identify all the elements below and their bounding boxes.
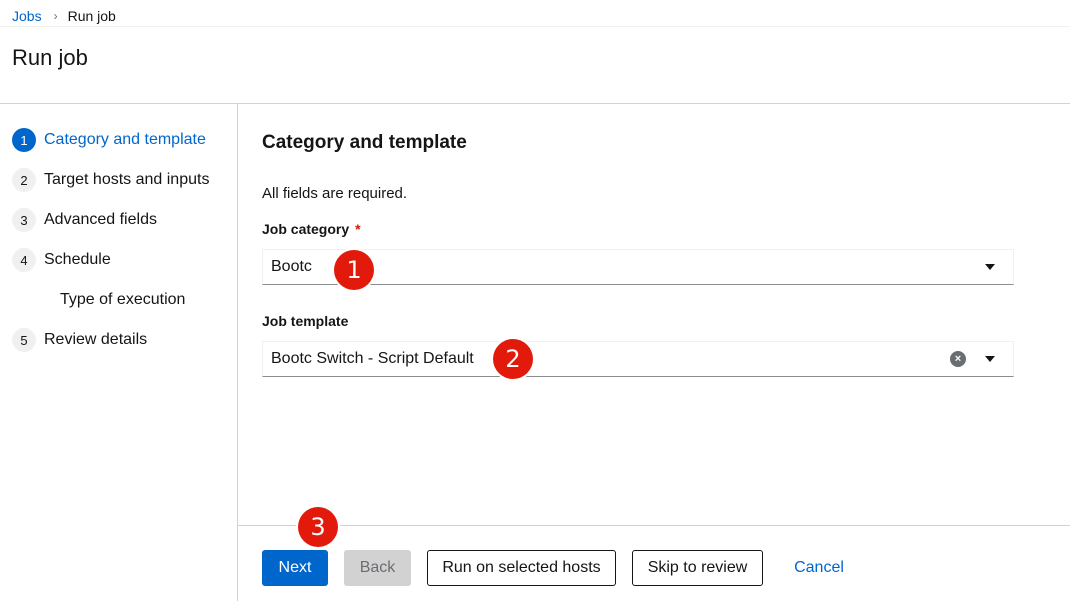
job-category-label-text: Job category [262, 221, 350, 237]
wizard-step-target-hosts[interactable]: 2 Target hosts and inputs [12, 168, 209, 192]
times-circle-icon[interactable]: × [950, 351, 966, 367]
step-label: Target hosts and inputs [44, 171, 210, 188]
job-template-label: Job template [262, 313, 348, 329]
job-category-label: Job category * [262, 221, 361, 237]
breadcrumb: Jobs › Run job [12, 8, 116, 24]
step-label: Schedule [44, 251, 111, 268]
step-label: Review details [44, 331, 148, 348]
callout-badge-2: 2 [493, 339, 533, 379]
skip-to-review-button[interactable]: Skip to review [632, 550, 763, 586]
caret-down-icon[interactable] [985, 356, 995, 362]
step-number: 2 [12, 168, 36, 192]
step-number: 1 [12, 128, 36, 152]
footer-divider [238, 525, 1070, 526]
breadcrumb-jobs-link[interactable]: Jobs [12, 8, 42, 24]
top-border [0, 26, 1070, 27]
step-label: Type of execution [60, 291, 186, 308]
next-button[interactable]: Next [262, 550, 328, 586]
job-template-value: Bootc Switch - Script Default [271, 350, 474, 367]
breadcrumb-current: Run job [67, 8, 116, 24]
step-label: Advanced fields [44, 211, 157, 228]
callout-badge-3: 3 [298, 507, 338, 547]
helper-text: All fields are required. [262, 185, 408, 202]
caret-down-icon[interactable] [985, 264, 995, 270]
back-button[interactable]: Back [344, 550, 411, 586]
required-mark: * [355, 221, 361, 237]
page-title: Run job [12, 45, 88, 70]
wizard-substep-type-of-execution[interactable]: Type of execution [60, 288, 185, 312]
step-number: 5 [12, 328, 36, 352]
step-number: 3 [12, 208, 36, 232]
chevron-right-icon: › [53, 9, 58, 23]
job-template-label-text: Job template [262, 313, 349, 329]
step-number: 4 [12, 248, 36, 272]
job-category-select[interactable]: Bootc [262, 249, 1014, 285]
run-on-selected-hosts-button[interactable]: Run on selected hosts [427, 550, 616, 586]
job-category-value: Bootc [271, 258, 312, 275]
section-title: Category and template [262, 132, 467, 153]
wizard-nav: 1 Category and template 2 Target hosts a… [0, 104, 238, 601]
cancel-button[interactable]: Cancel [783, 550, 855, 586]
callout-badge-1: 1 [334, 250, 374, 290]
job-template-select[interactable]: Bootc Switch - Script Default × [262, 341, 1014, 377]
wizard-step-category-template[interactable]: 1 Category and template [12, 128, 206, 152]
wizard-step-advanced-fields[interactable]: 3 Advanced fields [12, 208, 157, 232]
wizard-step-review-details[interactable]: 5 Review details [12, 328, 147, 352]
wizard-step-schedule[interactable]: 4 Schedule [12, 248, 111, 272]
step-label: Category and template [44, 131, 206, 148]
